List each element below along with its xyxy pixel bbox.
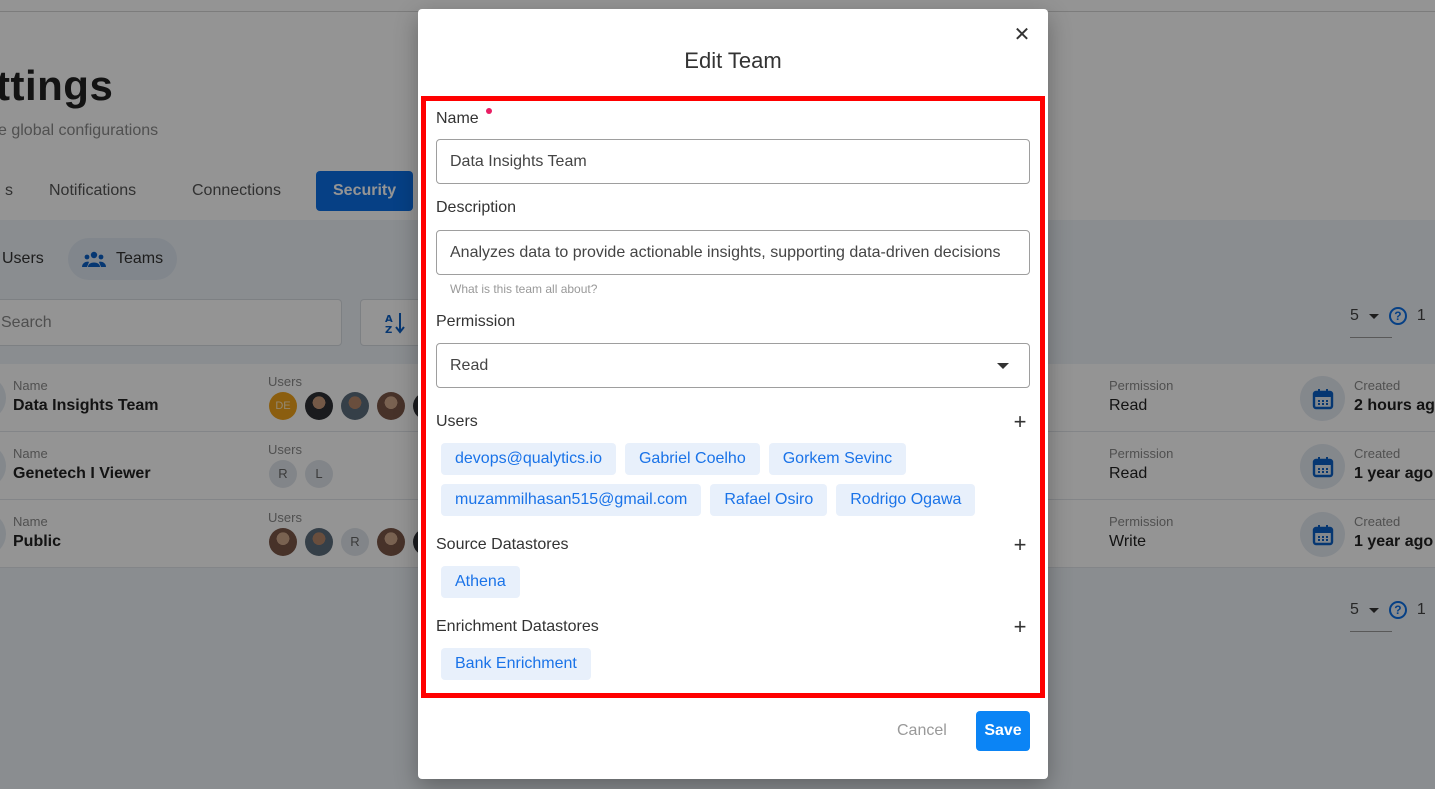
user-chip[interactable]: Gabriel Coelho — [624, 443, 760, 475]
name-field[interactable]: Data Insights Team — [436, 139, 1030, 184]
datastore-chip[interactable]: Athena — [441, 566, 520, 598]
description-helper-text: What is this team all about? — [450, 282, 598, 296]
required-indicator — [485, 108, 492, 114]
edit-team-dialog: ✕ Edit Team Name Data Insights Team Desc… — [418, 9, 1048, 779]
enrichment-datastore-chips: Bank Enrichment — [441, 648, 1031, 680]
highlight-box — [421, 96, 1045, 698]
user-chip[interactable]: devops@qualytics.io — [441, 443, 616, 475]
add-source-datastore-button[interactable]: + — [1010, 534, 1030, 556]
add-enrichment-datastore-button[interactable]: + — [1010, 616, 1030, 638]
permission-select-value: Read — [450, 357, 489, 374]
description-field-label: Description — [436, 199, 517, 216]
user-chip[interactable]: Rodrigo Ogawa — [836, 484, 976, 516]
permission-select[interactable]: Read — [436, 343, 1030, 388]
name-field-label: Name — [436, 108, 492, 128]
user-chip[interactable]: Rafael Osiro — [710, 484, 828, 516]
source-datastores-label: Source Datastores — [436, 536, 569, 553]
source-datastore-chips: Athena — [441, 566, 1031, 598]
users-chips: devops@qualytics.io Gabriel Coelho Gorke… — [441, 443, 1031, 516]
add-user-button[interactable]: + — [1010, 411, 1030, 433]
close-icon[interactable]: ✕ — [1012, 25, 1032, 45]
users-label: Users — [436, 413, 478, 430]
enrichment-datastores-label: Enrichment Datastores — [436, 618, 599, 635]
user-chip[interactable]: muzammilhasan515@gmail.com — [441, 484, 702, 516]
save-button[interactable]: Save — [976, 711, 1030, 751]
dialog-title: Edit Team — [684, 48, 782, 73]
datastore-chip[interactable]: Bank Enrichment — [441, 648, 591, 680]
cancel-button[interactable]: Cancel — [883, 711, 961, 751]
permission-field-label: Permission — [436, 313, 516, 330]
description-field[interactable]: Analyzes data to provide actionable insi… — [436, 230, 1030, 275]
user-chip[interactable]: Gorkem Sevinc — [768, 443, 907, 475]
chevron-down-icon — [997, 363, 1009, 369]
